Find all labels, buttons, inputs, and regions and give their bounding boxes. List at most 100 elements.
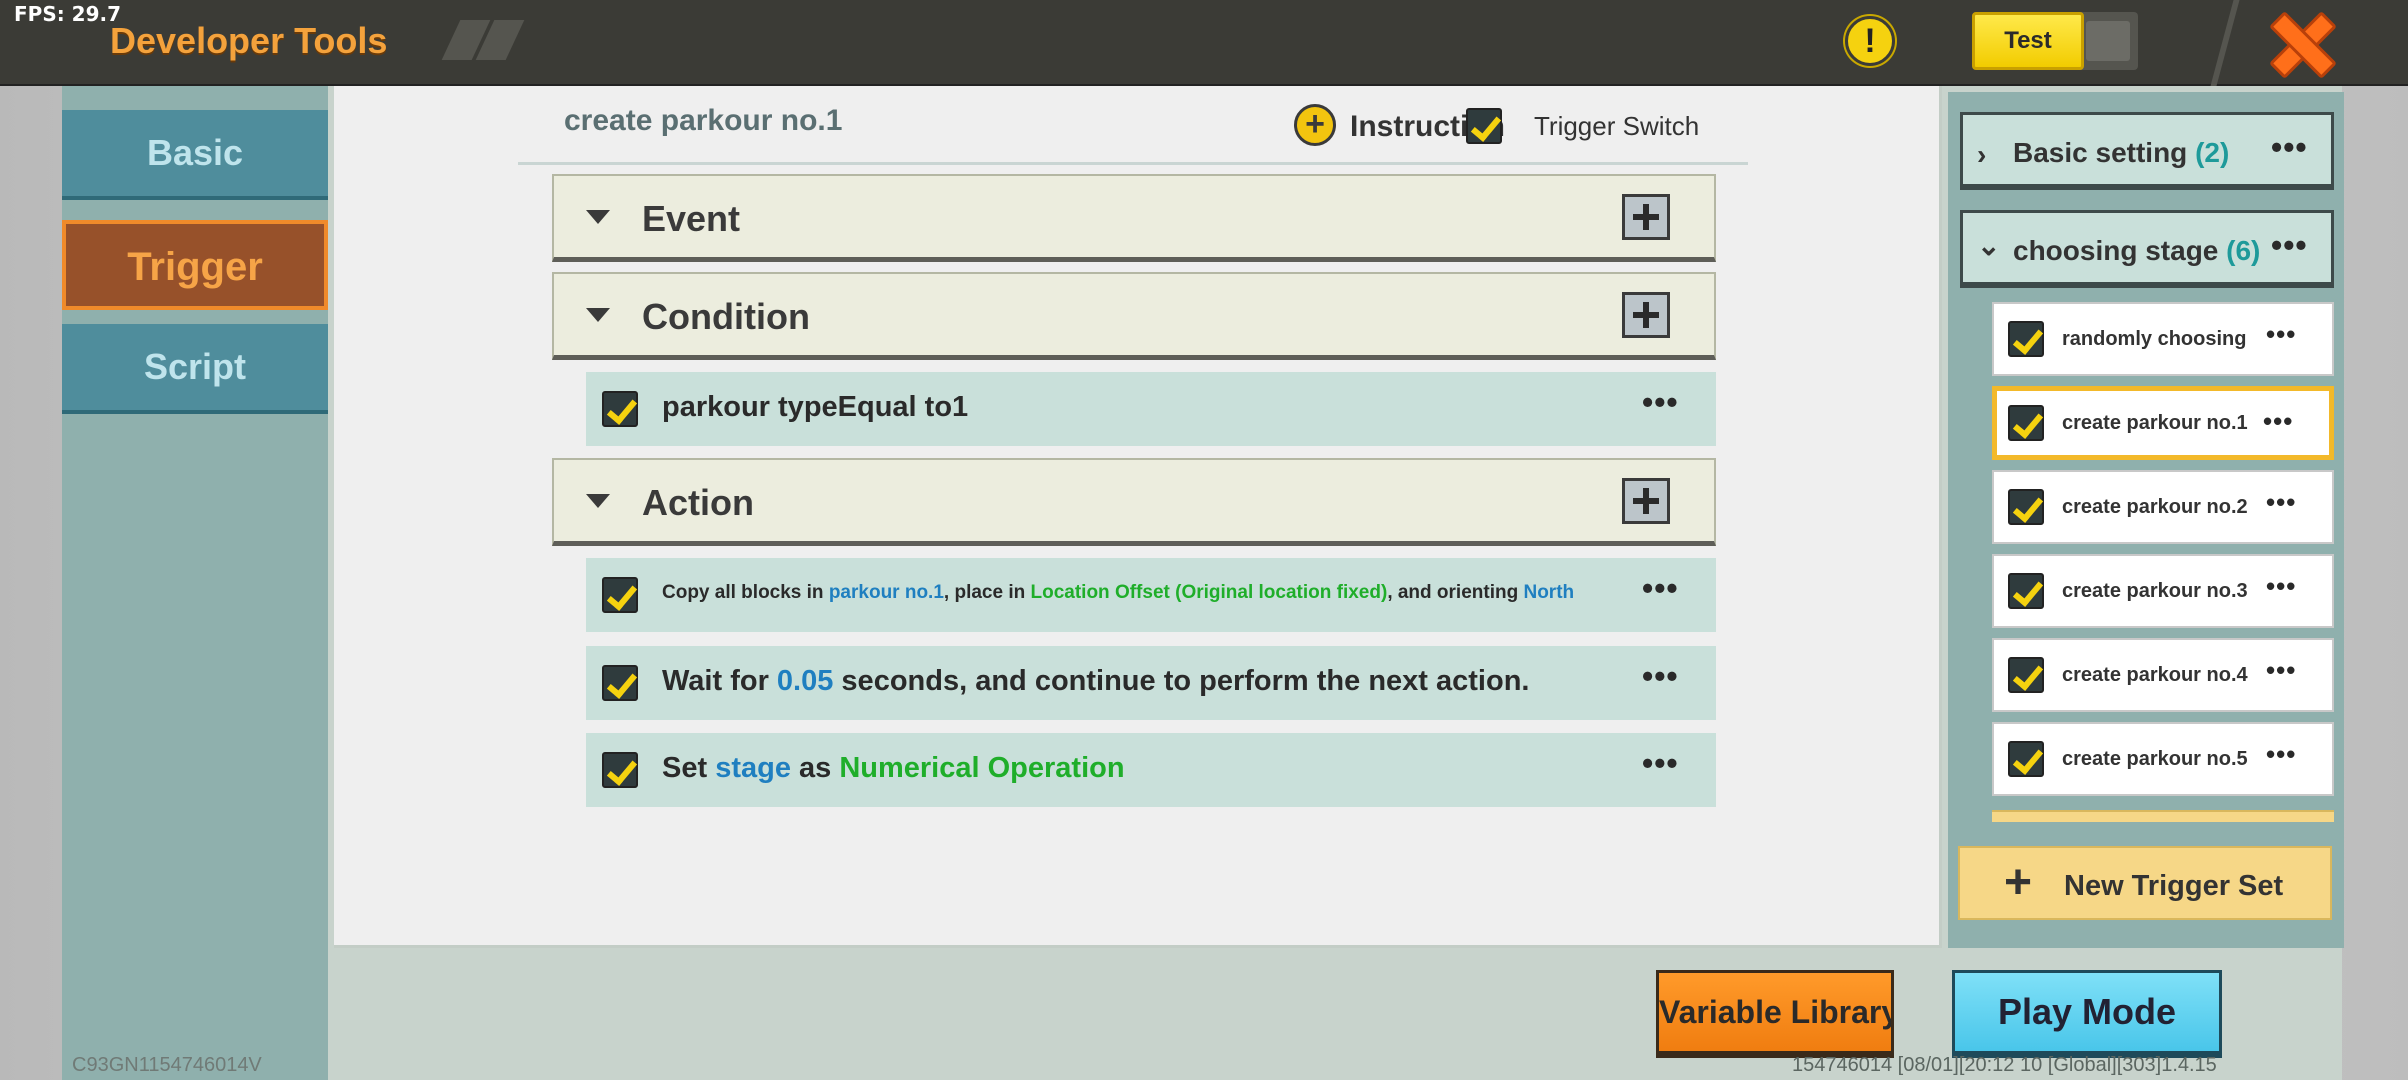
plus-circle-icon: + [1294, 104, 1336, 146]
add-action-button[interactable] [1622, 478, 1670, 524]
action-text-part: , and orienting [1387, 582, 1524, 603]
action-text: Set stage as Numerical Operation [662, 752, 1125, 785]
title-decoration [441, 20, 525, 60]
trigger-item-label: randomly choosing [2062, 328, 2247, 350]
more-options-icon[interactable]: ••• [2266, 321, 2310, 354]
trigger-item-label: create parkour no.1 [2062, 412, 2248, 434]
action-text-part: seconds, and continue to perform the nex… [833, 665, 1530, 697]
group-count: (2) [2195, 137, 2230, 168]
action-checkbox[interactable] [602, 577, 638, 613]
trigger-item-checkbox[interactable] [2008, 657, 2044, 693]
group-label: choosing stage (6) [2013, 235, 2260, 267]
action-text-part: , place in [943, 582, 1031, 603]
main-panel: Basic Trigger Script create parkour no.1… [62, 86, 2344, 1080]
top-divider [2210, 0, 2240, 86]
trigger-item-checkbox[interactable] [2008, 405, 2044, 441]
test-toggle[interactable]: Test [1972, 12, 2138, 70]
trigger-item-partial[interactable] [1992, 810, 2334, 822]
trigger-item-selected[interactable]: create parkour no.1 ••• [1992, 386, 2334, 460]
action-param-area[interactable]: parkour no.1 [829, 582, 944, 603]
trigger-item[interactable]: create parkour no.4 ••• [1992, 638, 2334, 712]
action-param-variable[interactable]: stage [715, 752, 791, 784]
collapse-triangle-icon[interactable] [586, 210, 610, 224]
fps-counter: FPS: 29.7 [14, 2, 122, 26]
new-trigger-set-button[interactable]: + New Trigger Set [1958, 846, 2332, 920]
left-nav: Basic Trigger Script [62, 86, 328, 1080]
action-text-part: as [790, 752, 840, 784]
top-bar: FPS: 29.7 Developer Tools ! Test [0, 0, 2408, 86]
trigger-item-checkbox[interactable] [2008, 321, 2044, 357]
trigger-item-label: create parkour no.2 [2062, 496, 2248, 518]
version-info: 154746014 [08/01][20:12 10 [Global][303]… [1792, 1054, 2217, 1076]
more-options-icon[interactable]: ••• [2266, 657, 2310, 690]
trigger-editor: create parkour no.1 + Instruction Trigge… [334, 86, 1942, 948]
action-checkbox[interactable] [602, 665, 638, 701]
trigger-switch-checkbox[interactable] [1466, 108, 1502, 144]
action-param-orientation[interactable]: North [1523, 582, 1574, 603]
more-options-icon[interactable]: ••• [2266, 741, 2310, 774]
collapse-triangle-icon[interactable] [586, 308, 610, 322]
trigger-item[interactable]: create parkour no.2 ••• [1992, 470, 2334, 544]
action-row-copy-blocks[interactable]: Copy all blocks in parkour no.1, place i… [586, 558, 1716, 632]
trigger-item[interactable]: create parkour no.3 ••• [1992, 554, 2334, 628]
action-param-operation[interactable]: Numerical Operation [839, 752, 1124, 784]
action-section[interactable]: Action [552, 458, 1716, 546]
add-event-button[interactable] [1622, 194, 1670, 240]
chevron-right-icon: › [1977, 139, 1987, 170]
trigger-item-checkbox[interactable] [2008, 741, 2044, 777]
action-text: Wait for 0.05 seconds, and continue to p… [662, 665, 1529, 698]
action-param-seconds[interactable]: 0.05 [777, 665, 833, 697]
toggle-knob [2086, 21, 2130, 61]
group-choosing-stage[interactable]: ⌄ choosing stage (6) ••• [1960, 210, 2334, 288]
trigger-set-list: › Basic setting (2) ••• ⌄ choosing stage… [1948, 92, 2344, 948]
group-basic-setting[interactable]: › Basic setting (2) ••• [1960, 112, 2334, 190]
nav-trigger[interactable]: Trigger [62, 220, 328, 310]
condition-text: parkour typeEqual to1 [662, 391, 969, 423]
more-options-icon[interactable]: ••• [2266, 489, 2310, 522]
event-section[interactable]: Event [552, 174, 1716, 262]
trigger-item-label: create parkour no.3 [2062, 580, 2248, 602]
nav-script[interactable]: Script [62, 324, 328, 414]
trigger-item-label: create parkour no.4 [2062, 664, 2248, 686]
group-count: (6) [2226, 235, 2261, 266]
action-row-wait[interactable]: Wait for 0.05 seconds, and continue to p… [586, 646, 1716, 720]
action-param-location[interactable]: Location Offset (Original location fixed… [1031, 582, 1388, 603]
play-mode-button[interactable]: Play Mode [1952, 970, 2222, 1058]
condition-row[interactable]: parkour typeEqual to1 ••• [586, 372, 1716, 446]
more-options-icon[interactable]: ••• [2266, 573, 2310, 606]
more-options-icon[interactable]: ••• [1642, 572, 1686, 608]
more-options-icon[interactable]: ••• [1642, 660, 1686, 696]
condition-checkbox[interactable] [602, 391, 638, 427]
app-title: Developer Tools [110, 20, 388, 61]
add-condition-button[interactable] [1622, 292, 1670, 338]
warning-icon[interactable]: ! [1845, 16, 1895, 66]
trigger-item-checkbox[interactable] [2008, 489, 2044, 525]
action-checkbox[interactable] [602, 752, 638, 788]
action-row-set-variable[interactable]: Set stage as Numerical Operation ••• [586, 733, 1716, 807]
action-text-part: Set [662, 752, 716, 784]
test-button[interactable]: Test [1972, 12, 2084, 70]
trigger-title: create parkour no.1 [564, 104, 843, 137]
more-options-icon[interactable]: ••• [2271, 229, 2315, 265]
trigger-item-checkbox[interactable] [2008, 573, 2044, 609]
collapse-triangle-icon[interactable] [586, 494, 610, 508]
more-options-icon[interactable]: ••• [1642, 386, 1686, 422]
trigger-item[interactable]: randomly choosing ••• [1992, 302, 2334, 376]
divider [518, 162, 1748, 165]
trigger-item[interactable]: create parkour no.5 ••• [1992, 722, 2334, 796]
action-text-part: Copy all blocks in [662, 582, 829, 603]
variable-library-button[interactable]: Variable Library [1656, 970, 1894, 1058]
close-icon[interactable] [2262, 6, 2338, 78]
action-text: Copy all blocks in parkour no.1, place i… [662, 582, 1574, 604]
condition-section[interactable]: Condition [552, 272, 1716, 360]
new-trigger-set-label: New Trigger Set [2064, 870, 2284, 902]
more-options-icon[interactable]: ••• [2263, 408, 2307, 441]
group-label: Basic setting (2) [2013, 137, 2229, 169]
trigger-switch-label: Trigger Switch [1534, 111, 1700, 141]
more-options-icon[interactable]: ••• [1642, 747, 1686, 783]
nav-basic[interactable]: Basic [62, 110, 328, 200]
more-options-icon[interactable]: ••• [2271, 131, 2315, 167]
event-label: Event [642, 198, 741, 239]
group-name: Basic setting [2013, 137, 2196, 168]
action-text-part: Wait for [662, 665, 777, 697]
